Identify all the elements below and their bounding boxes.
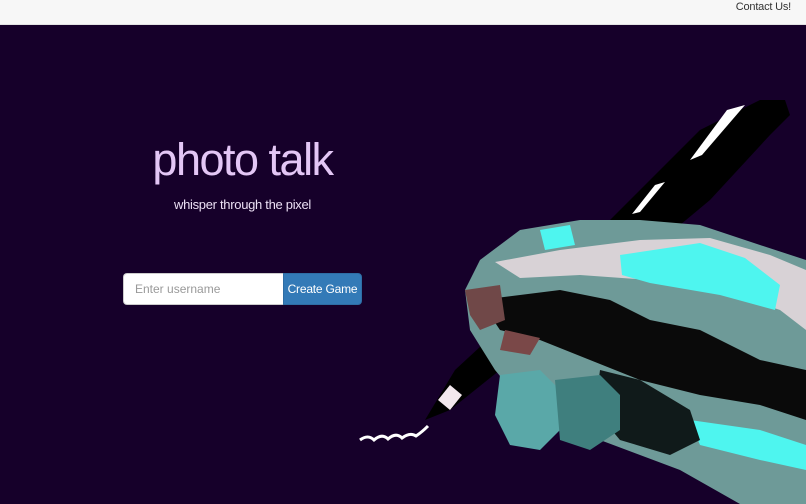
- page-title: photo talk: [152, 134, 334, 185]
- username-input[interactable]: [123, 273, 283, 305]
- hero-section: photo talk whisper through the pixel Cre…: [0, 25, 806, 504]
- hand-holding-pen-icon: [359, 100, 806, 504]
- page-subtitle: whisper through the pixel: [173, 197, 312, 212]
- top-navbar: Contact Us!: [0, 0, 806, 25]
- create-game-form: Create Game: [123, 273, 362, 305]
- contact-us-link[interactable]: Contact Us!: [736, 0, 791, 14]
